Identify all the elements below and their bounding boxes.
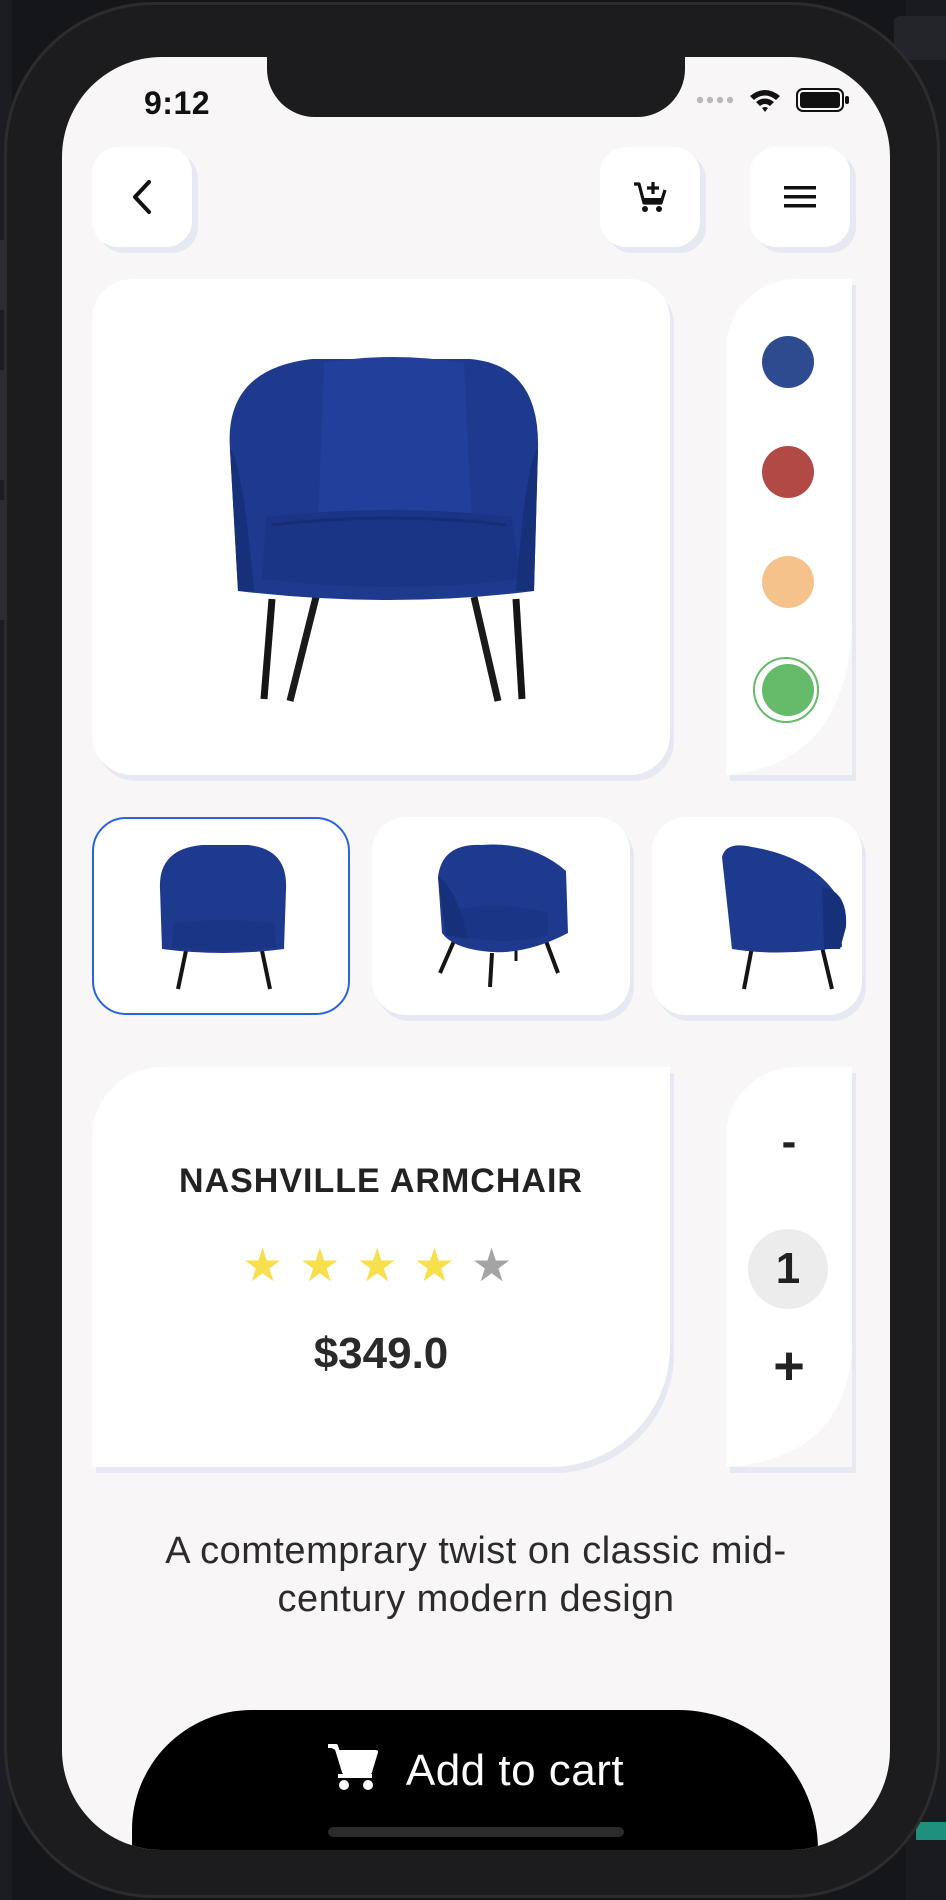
- quantity-decrease-button[interactable]: -: [726, 1117, 852, 1167]
- product-title: NASHVILLE ARMCHAIR: [179, 1162, 583, 1200]
- quantity-stepper: - 1 +: [726, 1067, 852, 1467]
- panel-curve: [726, 1347, 852, 1467]
- thumbnail-three-quarter[interactable]: [372, 817, 630, 1015]
- star-filled-icon: ★: [242, 1239, 284, 1291]
- app-screen: 9:12 NASHVILLE ARMCHAIR ★ ★ ★ ★ ★ $349.0…: [62, 57, 890, 1850]
- star-filled-icon: ★: [356, 1239, 398, 1291]
- armchair-front-thumbnail: [159, 845, 287, 990]
- star-empty-icon: ★: [471, 1239, 513, 1291]
- back-button[interactable]: [92, 147, 192, 247]
- signal-icon: [696, 96, 734, 104]
- color-option-red[interactable]: [762, 446, 814, 498]
- star-filled-icon: ★: [413, 1239, 455, 1291]
- desktop-teal-indicator: [916, 1822, 946, 1840]
- wifi-icon: [750, 90, 780, 112]
- shopping-cart-icon: [327, 1744, 378, 1790]
- thumbnail-side[interactable]: [652, 817, 862, 1015]
- thumbnail-front[interactable]: [92, 817, 350, 1015]
- rating-stars: ★ ★ ★ ★ ★: [242, 1242, 512, 1288]
- armchair-angle-thumbnail: [438, 844, 568, 988]
- device-notch: [267, 57, 685, 117]
- product-image-card: [92, 279, 670, 775]
- product-price: $349.0: [313, 1329, 449, 1378]
- menu-button[interactable]: [750, 147, 850, 247]
- status-indicators: [696, 87, 850, 113]
- cart-add-icon: [634, 182, 667, 212]
- star-filled-icon: ★: [299, 1239, 341, 1291]
- color-option-navy[interactable]: [762, 336, 814, 388]
- add-to-cart-header-button[interactable]: [600, 147, 700, 247]
- armchair-image: [229, 357, 539, 702]
- add-to-cart-label: Add to cart: [405, 1746, 625, 1795]
- color-option-peach[interactable]: [762, 556, 814, 608]
- panel-curve: [726, 625, 852, 775]
- home-indicator: [328, 1827, 624, 1837]
- status-time: 9:12: [144, 85, 211, 121]
- armchair-side-thumbnail: [722, 845, 847, 990]
- phone-frame: 9:12 NASHVILLE ARMCHAIR ★ ★ ★ ★ ★ $349.0…: [4, 2, 940, 1898]
- hamburger-menu-icon: [784, 186, 816, 208]
- chevron-left-icon: [133, 180, 151, 214]
- product-description: A comtemprary twist on classic mid-centu…: [165, 1530, 787, 1620]
- color-selector-panel: [726, 279, 852, 775]
- battery-icon: [796, 88, 849, 112]
- quantity-value: 1: [748, 1229, 828, 1309]
- product-info-card: NASHVILLE ARMCHAIR ★ ★ ★ ★ ★ $349.0: [92, 1067, 670, 1467]
